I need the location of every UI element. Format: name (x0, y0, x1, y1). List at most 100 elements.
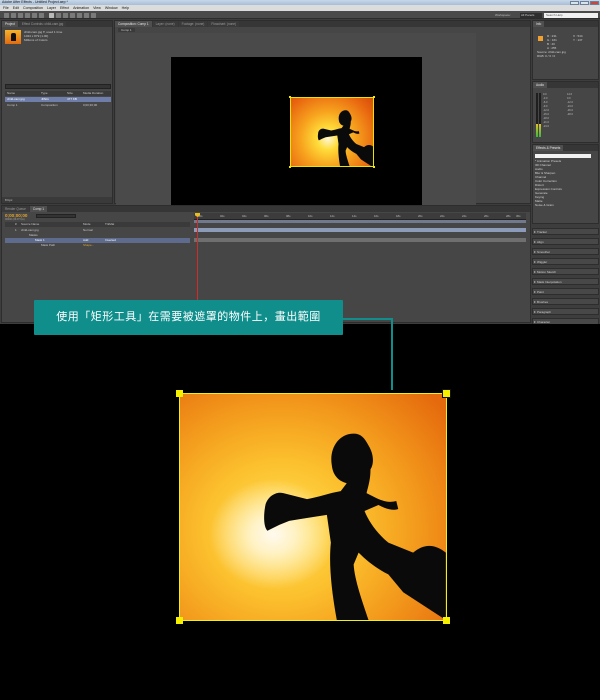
work-area-bar[interactable] (194, 220, 526, 223)
tab-project[interactable]: Project (2, 21, 18, 27)
tools-bar: Workspace: All Panels Search Help (0, 11, 600, 19)
col-name[interactable]: Name (5, 91, 39, 96)
timeline-mask-path-row[interactable]: Mask Path Shape... (5, 243, 190, 248)
callout-connector (391, 318, 393, 390)
col-source-name[interactable]: Source Name (21, 222, 39, 227)
info-panel: Info R : 231 G : 161 B : 40 A : 255 X : … (532, 20, 599, 80)
camera-tool-icon[interactable] (32, 12, 37, 18)
audio-scale-level: 12.0 0.0 -12.0 -24.0 -36.0 -48.0 (567, 93, 573, 116)
info-rgba: R : 231 G : 161 B : 40 A : 255 (547, 34, 557, 50)
tab-info[interactable]: Info (533, 21, 545, 27)
col-size[interactable]: Size (65, 91, 81, 96)
col-number: # (15, 222, 17, 226)
audio-panel: Audio 0.0 -3.0 -6.0 -9.0 -12.0 -15.0 -18.0 -2… (532, 81, 599, 143)
footage-colors: Millions of Colors (24, 38, 48, 42)
tab-comp-1[interactable]: Comp 1 (29, 206, 48, 212)
project-footer: 8 bpc (2, 197, 112, 203)
pan-behind-tool-icon[interactable] (39, 12, 44, 18)
mask-handle-bottom-left[interactable] (176, 617, 183, 624)
mask-vertex-handle[interactable] (373, 96, 375, 98)
tab-composition[interactable]: Composition: Comp 1 (115, 21, 152, 27)
workspace-label: Workspace: (495, 13, 511, 17)
text-tool-icon[interactable] (63, 12, 68, 18)
timeline-column-headers: # Source Name Mode TrkMat (5, 222, 190, 227)
comp-canvas[interactable] (171, 57, 422, 211)
project-tabs: Project Effect Controls: child-cam.jpg (2, 21, 112, 27)
clone-stamp-tool-icon[interactable] (77, 12, 82, 18)
project-item[interactable]: child-cam.jpg JPEG 477 KB (5, 97, 111, 102)
tab-effect-controls[interactable]: Effect Controls: child-cam.jpg (18, 21, 67, 27)
footage-thumbnail (5, 30, 21, 44)
project-panel: Project Effect Controls: child-cam.jpg c… (1, 20, 113, 204)
close-button[interactable] (590, 0, 599, 5)
effects-search-input[interactable] (535, 154, 591, 158)
mask-duration-bar[interactable] (194, 238, 526, 242)
composition-tabs: Composition: Comp 1 Layer: (none) Footag… (115, 21, 530, 27)
child-silhouette (317, 110, 373, 166)
mask-handle-top-right[interactable] (442, 389, 451, 398)
rotate-tool-icon[interactable] (25, 12, 30, 18)
mask-vertex-handle[interactable] (289, 166, 291, 168)
col-duration[interactable]: Media Duration (81, 91, 111, 96)
info-xy: X : 544 Y : 137 (573, 34, 583, 42)
project-column-headers: Name Type Size Media Duration (5, 91, 111, 96)
layer-duration-bar[interactable] (194, 228, 526, 232)
mask-vertex-handle[interactable] (373, 166, 375, 168)
workspace-select[interactable]: All Panels (520, 12, 542, 18)
rectangle-mask-tool-icon[interactable] (49, 12, 54, 18)
tab-render-queue[interactable]: Render Queue (2, 206, 29, 212)
col-mode[interactable]: Mode (83, 222, 91, 227)
composition-panel: Composition: Comp 1 Layer: (none) Footag… (114, 20, 531, 216)
color-swatch (538, 36, 543, 41)
tab-layer[interactable]: Layer: (none) (152, 21, 178, 27)
puppet-pin-tool-icon[interactable] (91, 12, 96, 18)
audio-scale-db: 0.0 -3.0 -6.0 -9.0 -12.0 -15.0 -18.0 -21.0 -24… (543, 93, 549, 128)
timeline-search-input[interactable] (36, 214, 76, 218)
help-search-input[interactable]: Search Help (544, 12, 598, 18)
zoom-tool-icon[interactable] (18, 12, 23, 18)
panel-paragraph[interactable]: Paragraph (532, 308, 599, 315)
panel-motion-sketch[interactable]: Motion Sketch (532, 268, 599, 275)
after-effects-window: Adobe After Effects - Untitled Project.a… (0, 0, 600, 324)
audio-meter-left (536, 93, 538, 137)
zoomed-mask-preview (179, 393, 447, 621)
info-source: Source: child-cam.jpg RGB: 0 / 0 / 0 (537, 50, 566, 58)
panel-align[interactable]: Align (532, 238, 599, 245)
comp-subtab[interactable]: Comp 1 (118, 28, 135, 32)
mask-handle-bottom-right[interactable] (443, 617, 450, 624)
tab-audio[interactable]: Audio (533, 82, 548, 88)
tab-effects-presets[interactable]: Effects & Presets (533, 145, 564, 151)
panel-tracker[interactable]: Tracker (532, 228, 599, 235)
maximize-button[interactable] (580, 0, 589, 5)
panel-mask-interpolation[interactable]: Mask Interpolation (532, 278, 599, 285)
panel-brushes[interactable]: Brushes (532, 298, 599, 305)
effects-presets-panel: Effects & Presets * Animation Presets 3D… (532, 144, 599, 224)
tab-footage[interactable]: Footage: (none) (178, 21, 208, 27)
timeline-frame-count: 00000 (29.97 fps) (5, 218, 25, 221)
panel-paint[interactable]: Paint (532, 288, 599, 295)
panel-smoother[interactable]: Smoother (532, 248, 599, 255)
panel-character[interactable]: Character (532, 318, 599, 324)
comp-viewer[interactable] (116, 33, 476, 211)
instruction-callout: 使用「矩形工具」在需要被遮罩的物件上，畫出範圍 (34, 300, 343, 335)
hand-tool-icon[interactable] (11, 12, 16, 18)
pen-tool-icon[interactable] (56, 12, 61, 18)
project-search-input[interactable] (5, 84, 111, 89)
child-silhouette (264, 433, 446, 620)
eraser-tool-icon[interactable] (84, 12, 89, 18)
audio-meter-right (539, 93, 541, 137)
time-ruler[interactable]: 00s 02s 04s 06s 08s 10s 12s 14s 16s 18s … (194, 213, 526, 220)
mask-vertex-handle[interactable] (289, 96, 291, 98)
mask-handle-top-left[interactable] (176, 390, 183, 397)
tab-flowchart[interactable]: Flowchart: (none) (208, 21, 240, 27)
col-trkmat[interactable]: TrkMat (105, 222, 114, 227)
comp-layer-image[interactable] (290, 97, 374, 167)
minimize-button[interactable] (570, 0, 579, 5)
project-item[interactable]: Comp 1 Composition 0;00;30;00 (5, 103, 111, 108)
panel-wiggler[interactable]: Wiggler (532, 258, 599, 265)
effect-category[interactable]: Noise & Grain (535, 203, 591, 207)
col-type[interactable]: Type (39, 91, 65, 96)
window-controls (570, 0, 599, 5)
selection-tool-icon[interactable] (4, 12, 9, 18)
brush-tool-icon[interactable] (70, 12, 75, 18)
